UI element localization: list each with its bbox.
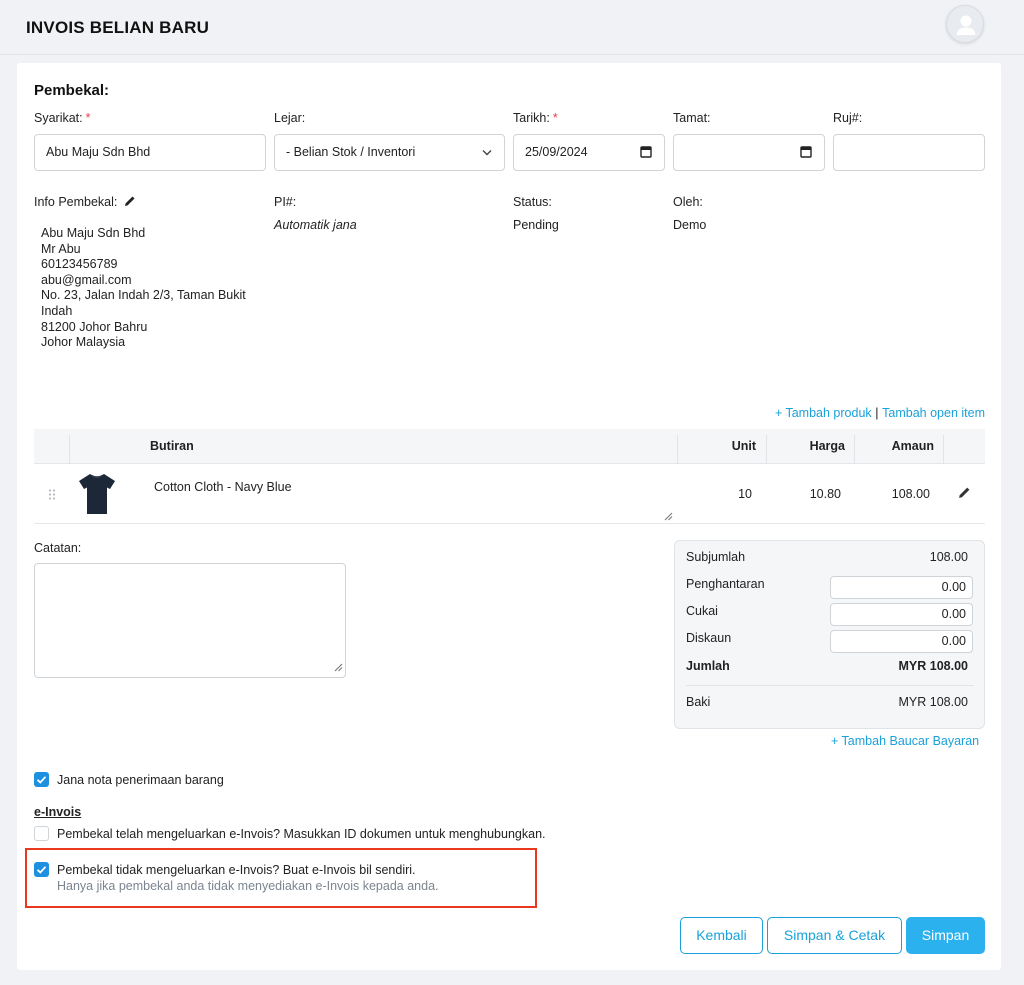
save-and-print-button[interactable]: Simpan & Cetak [767,917,902,954]
item-amount: 108.00 [891,487,930,501]
supplier-info-line: Abu Maju Sdn Bhd [41,226,146,240]
column-price: Harga [809,439,845,453]
notes-label: Catatan: [34,541,82,555]
item-price[interactable]: 10.80 [810,487,841,501]
balance-label: Baki [686,695,711,709]
resize-handle-icon[interactable] [664,509,673,524]
top-bar: INVOIS BELIAN BARU [0,0,1024,55]
supplier-info: Abu Maju Sdn Bhd Mr Abu 60123456789 abu@… [41,226,246,351]
user-icon [956,15,976,35]
column-divider [677,435,678,464]
self-bill-einvoice-hint: Hanya jika pembekal anda tidak menyediak… [57,879,439,893]
subtotal-label: Subjumlah [686,550,746,564]
supplier-info-line: 60123456789 [41,257,118,272]
supplier-info-line: No. 23, Jalan Indah 2/3, Taman Bukit [41,288,246,303]
due-date-label: Tamat: [673,111,711,125]
add-payment-voucher-link[interactable]: + Tambah Baucar Bayaran [831,734,979,748]
chevron-down-icon [482,135,492,170]
column-divider [854,435,855,464]
table-row: Cotton Cloth - Navy Blue 10 10.80 108.00 [34,464,985,524]
required-mark: * [85,111,91,125]
status-value: Pending [513,218,559,232]
status-label: Status: [513,195,552,209]
tax-label: Cukai [686,604,718,618]
drag-handle-icon[interactable] [48,488,56,503]
pi-value: Automatik jana [274,218,357,232]
supplier-info-line: Indah [41,303,73,318]
totals-panel: Subjumlah 108.00 Penghantaran 0.00 Cukai… [674,540,985,729]
back-button[interactable]: Kembali [680,917,763,954]
totals-divider [686,685,974,686]
supplier-issued-einvoice-checkbox[interactable] [34,826,49,841]
column-divider [943,435,944,464]
ledger-select[interactable]: - Belian Stok / Inventori [274,134,505,171]
self-bill-einvoice-checkbox[interactable] [34,862,49,877]
balance-value: MYR 108.00 [898,695,968,709]
checkmark-icon [36,866,47,874]
calendar-icon[interactable] [800,135,812,170]
date-label: Tarikh: * [513,111,558,125]
resize-handle-icon[interactable] [334,660,343,675]
by-label: Oleh: [673,195,703,209]
link-separator: | [875,406,879,420]
items-table-header: Butiran Unit Harga Amaun [34,429,985,464]
tshirt-icon [78,472,116,519]
shipping-label: Penghantaran [686,577,765,591]
due-date-input[interactable] [673,134,825,171]
supplier-info-line: Mr Abu [41,241,81,256]
pencil-icon[interactable] [124,195,136,210]
supplier-section-title: Pembekal: [34,82,110,99]
add-product-link[interactable]: + Tambah produk [775,406,872,420]
calendar-icon[interactable] [640,135,652,170]
supplier-info-line: abu@gmail.com [41,272,132,287]
page-title: INVOIS BELIAN BARU [26,18,210,37]
self-bill-einvoice-label[interactable]: Pembekal tidak mengeluarkan e-Invois? Bu… [57,863,416,877]
reference-input[interactable] [833,134,985,171]
required-mark: * [552,111,558,125]
item-description[interactable]: Cotton Cloth - Navy Blue [154,480,292,494]
add-item-links: + Tambah produk | Tambah open item [775,405,985,420]
supplier-info-line: Johor Malaysia [41,335,126,350]
discount-input[interactable]: 0.00 [830,630,973,653]
supplier-info-line: 81200 Johor Bahru [41,319,148,334]
shipping-input[interactable]: 0.00 [830,576,973,599]
checkmark-icon [36,776,47,784]
company-label: Syarikat: * [34,111,91,125]
supplier-issued-einvoice-label[interactable]: Pembekal telah mengeluarkan e-Invois? Ma… [57,827,546,841]
einvoice-section-title: e-Invois [34,805,82,819]
reference-label: Ruj#: [833,111,863,125]
column-divider [69,435,70,464]
column-amount: Amaun [891,439,934,453]
add-open-item-link[interactable]: Tambah open item [882,406,985,420]
pi-label: PI#: [274,195,297,209]
company-input[interactable]: Abu Maju Sdn Bhd [34,134,266,171]
highlight-box [25,848,537,908]
goods-received-checkbox[interactable] [34,772,49,787]
notes-textarea[interactable] [34,563,346,678]
pencil-icon[interactable] [958,486,971,502]
subtotal-value: 108.00 [929,550,968,564]
column-divider [766,435,767,464]
goods-received-label[interactable]: Jana nota penerimaan barang [57,773,224,787]
column-unit: Unit [731,439,756,453]
save-button[interactable]: Simpan [906,917,985,954]
total-value: MYR 108.00 [898,659,968,673]
date-input[interactable]: 25/09/2024 [513,134,665,171]
supplier-info-label: Info Pembekal: [34,195,136,210]
by-value: Demo [673,218,707,232]
column-detail: Butiran [150,439,194,453]
user-avatar[interactable] [946,5,984,43]
ledger-label: Lejar: [274,111,306,125]
item-unit[interactable]: 10 [738,487,752,501]
tax-input[interactable]: 0.00 [830,603,973,626]
total-label: Jumlah [686,659,730,673]
discount-label: Diskaun [686,631,732,645]
